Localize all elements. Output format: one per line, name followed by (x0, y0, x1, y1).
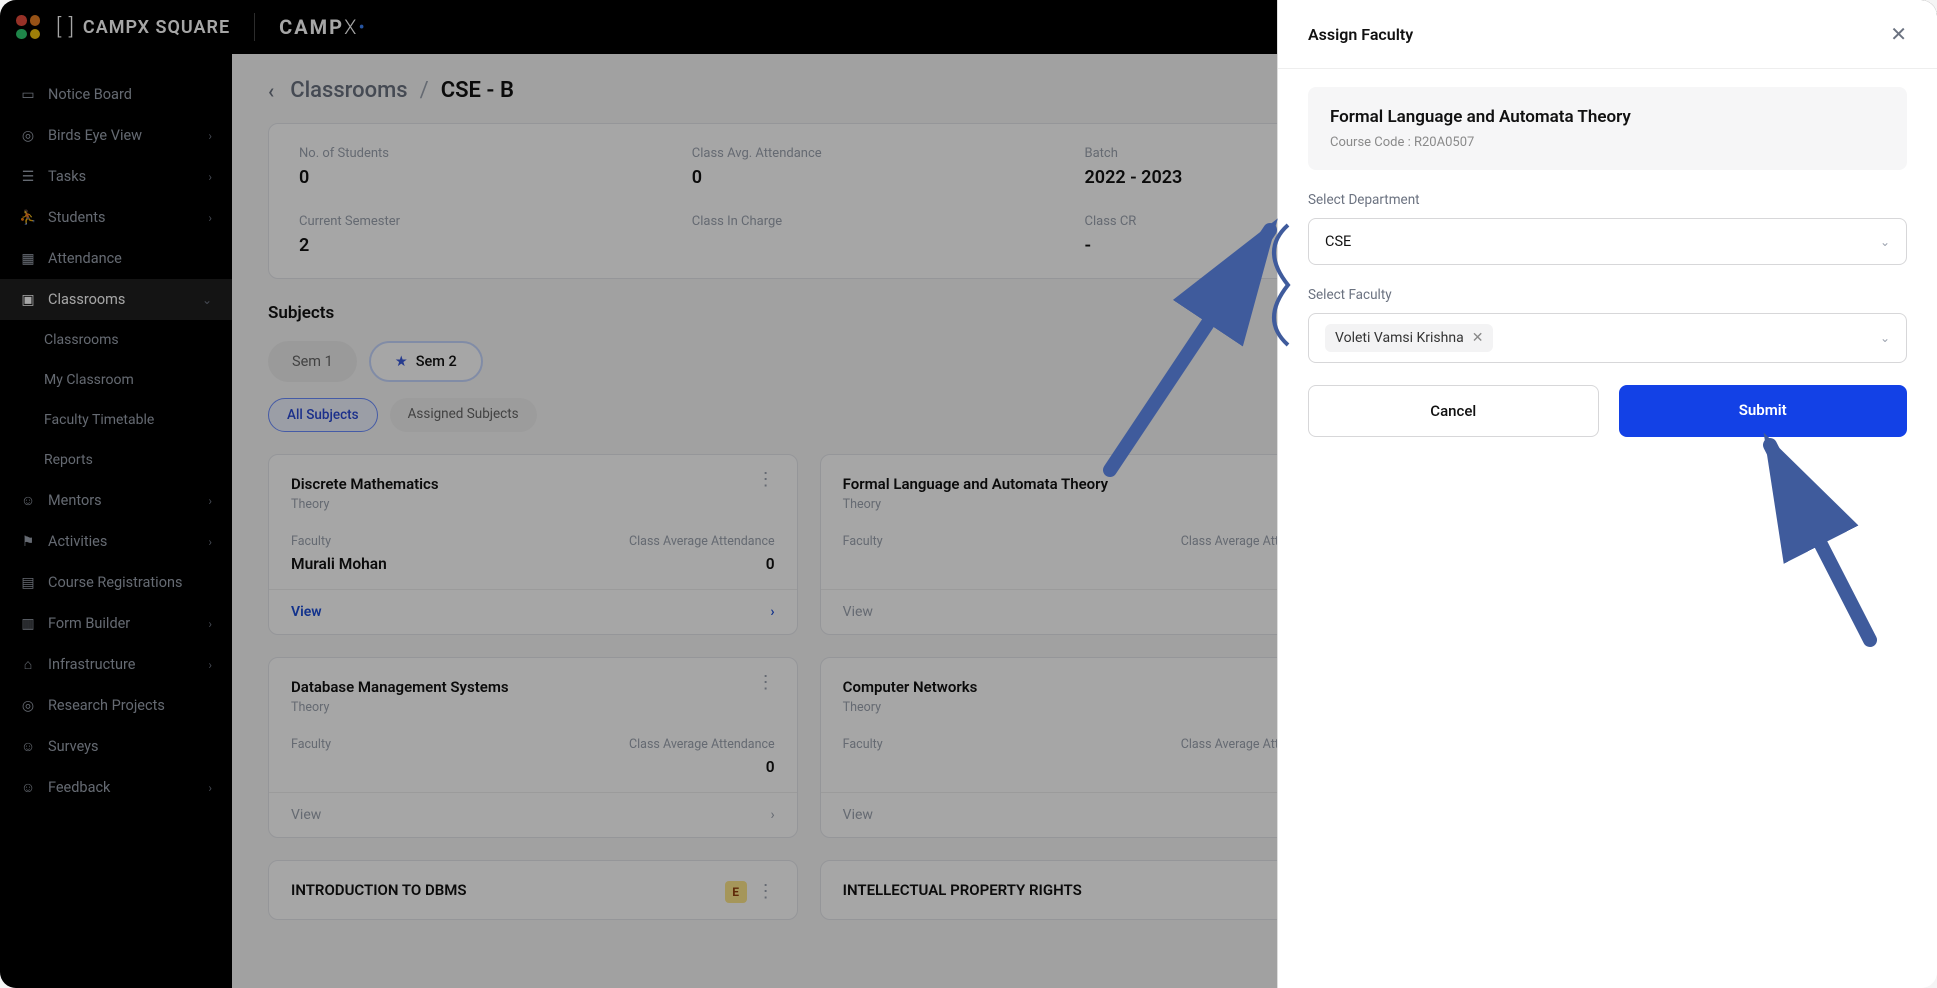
submit-button[interactable]: Submit (1619, 385, 1908, 437)
department-label: Select Department (1308, 192, 1907, 208)
department-select[interactable]: CSE ⌄ (1308, 218, 1907, 265)
course-name: Formal Language and Automata Theory (1330, 107, 1885, 127)
faculty-chip: Voleti Vamsi Krishna ✕ (1325, 324, 1493, 352)
remove-chip-icon[interactable]: ✕ (1472, 330, 1484, 346)
chevron-down-icon: ⌄ (1880, 331, 1890, 345)
course-code: Course Code : R20A0507 (1330, 135, 1885, 150)
chevron-down-icon: ⌄ (1880, 235, 1890, 249)
assign-faculty-drawer: Assign Faculty ✕ Formal Language and Aut… (1277, 0, 1937, 988)
close-icon[interactable]: ✕ (1890, 22, 1907, 46)
department-value: CSE (1325, 233, 1351, 250)
drawer-title: Assign Faculty (1308, 25, 1413, 44)
faculty-label: Select Faculty (1308, 287, 1907, 303)
course-info-box: Formal Language and Automata Theory Cour… (1308, 87, 1907, 170)
faculty-select[interactable]: Voleti Vamsi Krishna ✕ ⌄ (1308, 313, 1907, 363)
modal-overlay[interactable] (0, 0, 1277, 988)
cancel-button[interactable]: Cancel (1308, 385, 1599, 437)
